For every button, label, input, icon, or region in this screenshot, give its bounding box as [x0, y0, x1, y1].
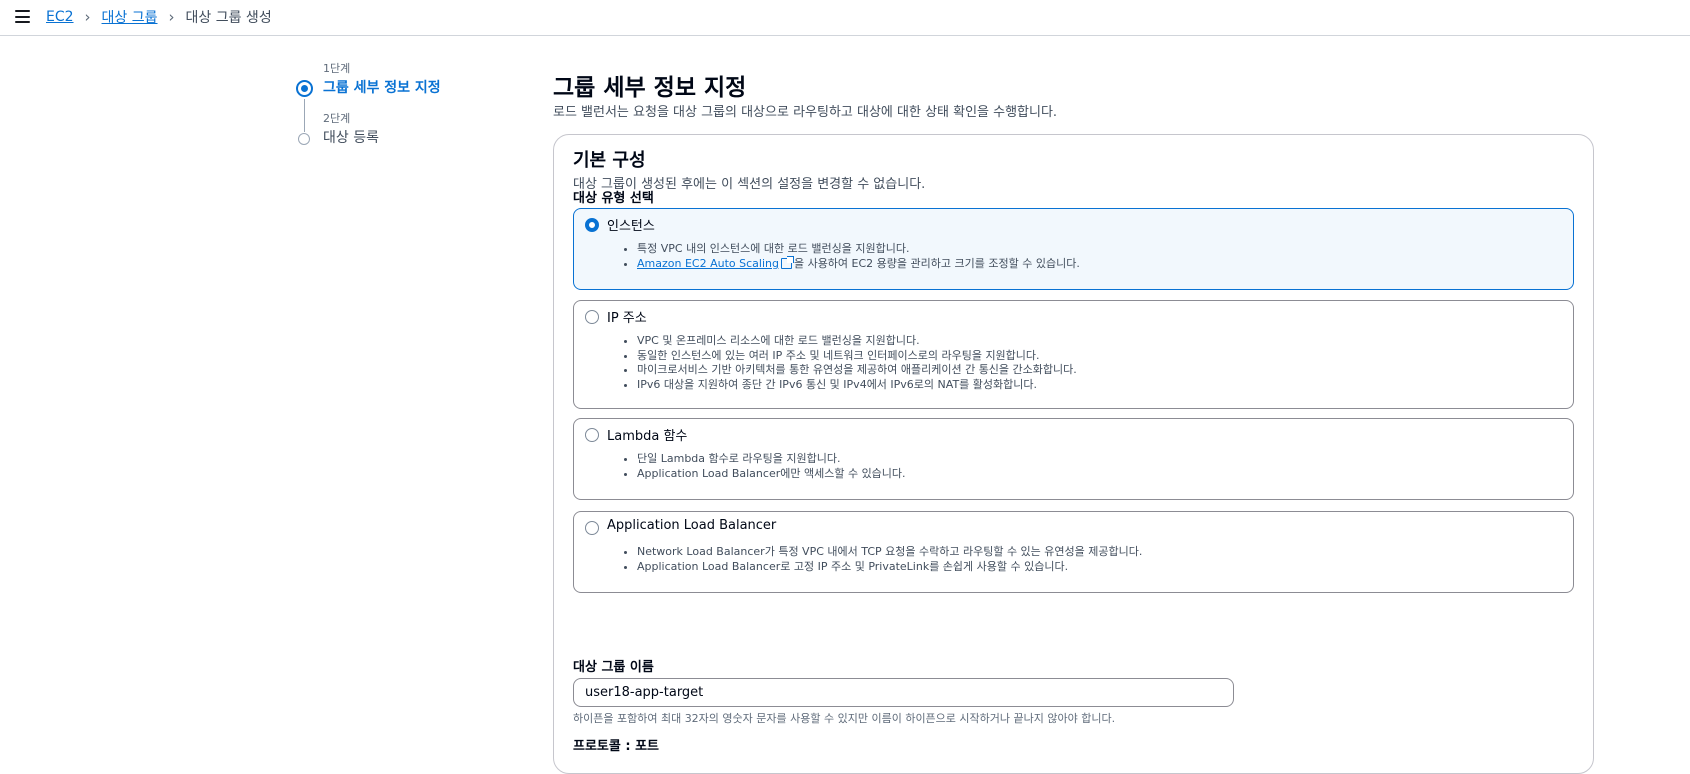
wizard-steps: 1단계 그룹 세부 정보 지정 2단계 대상 등록 [296, 60, 516, 160]
bullet-item: Application Load Balancer로 고정 IP 주소 및 Pr… [637, 560, 1142, 575]
page-description: 로드 밸런서는 요청을 대상 그룹의 대상으로 라우팅하고 대상에 대한 상태 … [553, 105, 1058, 120]
protocol-port-label: 프로토콜 : 포트 [573, 739, 660, 754]
breadcrumb-current: 대상 그룹 생성 [185, 10, 272, 26]
bullet-item: 동일한 인스턴스에 있는 여러 IP 주소 및 네트워크 인터페이스로의 라우팅… [637, 349, 1077, 364]
step-active-icon [296, 80, 313, 97]
breadcrumb-ec2[interactable]: EC2 [46, 9, 74, 25]
radio-selected[interactable] [585, 218, 599, 232]
bullet-item: Application Load Balancer에만 액세스할 수 있습니다. [637, 467, 906, 482]
target-group-name-input[interactable] [573, 678, 1234, 707]
breadcrumb-target-groups[interactable]: 대상 그룹 [102, 7, 158, 27]
option-bullets: 특정 VPC 내의 인스턴스에 대한 로드 밸런싱을 지원합니다. Amazon… [637, 242, 1080, 271]
step-1: 1단계 그룹 세부 정보 지정 [296, 60, 516, 110]
chevron-right-icon: › [168, 8, 175, 26]
target-type-label: 대상 유형 선택 [573, 191, 654, 206]
radio-unselected[interactable] [585, 310, 599, 324]
option-bullets: 단일 Lambda 함수로 라우팅을 지원합니다. Application Lo… [637, 452, 906, 481]
option-bullets: VPC 및 온프레미스 리소스에 대한 로드 밸런싱을 지원합니다. 동일한 인… [637, 334, 1077, 392]
step-1-number: 1단계 [323, 62, 351, 75]
option-title: 인스턴스 [607, 219, 655, 234]
target-type-alb[interactable]: Application Load Balancer Network Load B… [573, 511, 1574, 593]
external-link-icon[interactable] [780, 255, 794, 269]
option-title: Application Load Balancer [607, 518, 777, 533]
bullet-item: 특정 VPC 내의 인스턴스에 대한 로드 밸런싱을 지원합니다. [637, 242, 1080, 257]
menu-icon[interactable] [15, 10, 30, 23]
name-help-text: 하이픈을 포함하여 최대 32자의 영숫자 문자를 사용할 수 있지만 이름이 … [573, 712, 1116, 725]
step-2: 2단계 대상 등록 [296, 110, 516, 160]
target-group-name-label: 대상 그룹 이름 [573, 660, 654, 675]
top-navigation-bar: EC2 › 대상 그룹 › 대상 그룹 생성 [0, 0, 1690, 36]
bullet-suffix: 을 사용하여 EC2 용량을 관리하고 크기를 조정할 수 있습니다. [793, 256, 1080, 270]
bullet-item: Amazon EC2 Auto Scaling 을 사용하여 EC2 용량을 관리… [637, 255, 1080, 272]
target-type-lambda[interactable]: Lambda 함수 단일 Lambda 함수로 라우팅을 지원합니다. Appl… [573, 418, 1574, 500]
breadcrumb: EC2 › 대상 그룹 › 대상 그룹 생성 [46, 7, 272, 27]
step-inactive-icon [298, 133, 310, 145]
page-title: 그룹 세부 정보 지정 [553, 75, 747, 101]
target-type-instances[interactable]: 인스턴스 특정 VPC 내의 인스턴스에 대한 로드 밸런싱을 지원합니다. A… [573, 208, 1574, 290]
step-2-number: 2단계 [323, 112, 351, 125]
target-type-ip-addresses[interactable]: IP 주소 VPC 및 온프레미스 리소스에 대한 로드 밸런싱을 지원합니다.… [573, 300, 1574, 409]
bullet-item: VPC 및 온프레미스 리소스에 대한 로드 밸런싱을 지원합니다. [637, 334, 1077, 349]
option-bullets: Network Load Balancer가 특정 VPC 내에서 TCP 요청… [637, 545, 1142, 574]
radio-unselected[interactable] [585, 428, 599, 442]
bullet-item: Network Load Balancer가 특정 VPC 내에서 TCP 요청… [637, 545, 1142, 560]
auto-scaling-link[interactable]: Amazon EC2 Auto Scaling [637, 257, 779, 270]
chevron-right-icon: › [84, 8, 91, 26]
basic-config-container: 기본 구성 대상 그룹이 생성된 후에는 이 섹션의 설정을 변경할 수 없습니… [553, 134, 1594, 774]
bullet-item: IPv6 대상을 지원하여 종단 간 IPv6 통신 및 IPv4에서 IPv6… [637, 378, 1077, 393]
step-1-title: 그룹 세부 정보 지정 [323, 80, 441, 96]
step-2-title: 대상 등록 [323, 130, 379, 146]
bullet-item: 마이크로서비스 기반 아키텍처를 통한 유연성을 제공하여 애플리케이션 간 통… [637, 363, 1077, 378]
option-title: Lambda 함수 [607, 429, 688, 444]
option-title: IP 주소 [607, 311, 647, 326]
radio-unselected[interactable] [585, 521, 599, 535]
section-title: 기본 구성 [573, 150, 646, 171]
bullet-item: 단일 Lambda 함수로 라우팅을 지원합니다. [637, 452, 906, 467]
